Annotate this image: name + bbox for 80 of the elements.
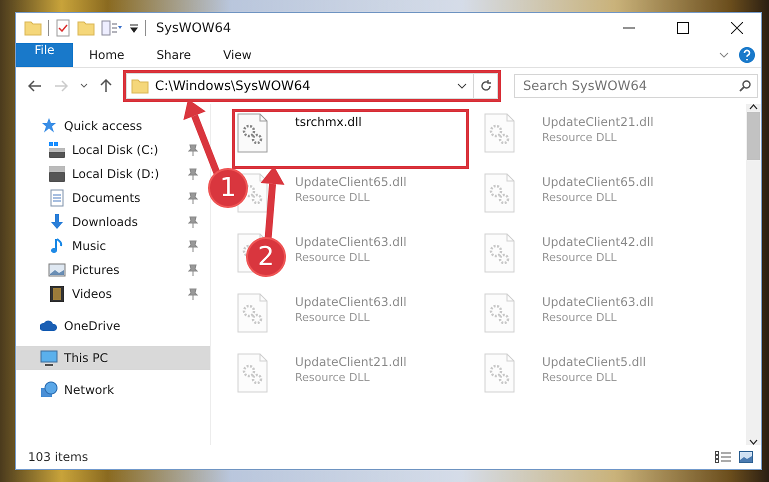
nav-item[interactable]: Local Disk (C:) bbox=[16, 138, 210, 162]
nav-item[interactable]: OneDrive bbox=[16, 314, 210, 338]
drive-icon bbox=[48, 165, 66, 183]
file-type: Resource DLL bbox=[542, 131, 618, 144]
dll-file-icon bbox=[237, 113, 269, 153]
file-type: Resource DLL bbox=[295, 191, 371, 204]
refresh-button[interactable] bbox=[474, 73, 498, 99]
dll-file-icon bbox=[484, 113, 516, 153]
file-name[interactable]: tsrchmx.dll bbox=[295, 115, 362, 129]
nav-item-label: Local Disk (C:) bbox=[72, 143, 160, 157]
dll-file-icon bbox=[484, 293, 516, 333]
nav-item-label: Local Disk (D:) bbox=[72, 167, 160, 181]
file-type: Resource DLL bbox=[542, 191, 618, 204]
scroll-down-icon[interactable] bbox=[749, 439, 758, 445]
nav-item-label: Downloads bbox=[72, 215, 139, 229]
ribbon-tab[interactable]: View bbox=[207, 43, 268, 67]
document-icon bbox=[48, 189, 66, 207]
large-icons-view-icon[interactable] bbox=[739, 451, 753, 463]
computer-icon bbox=[40, 349, 58, 367]
file-type: Resource DLL bbox=[542, 371, 618, 384]
nav-item[interactable]: Quick access bbox=[16, 114, 210, 138]
star-icon bbox=[40, 117, 58, 135]
nav-item-label: OneDrive bbox=[64, 319, 122, 333]
dll-file-icon bbox=[237, 353, 269, 393]
dll-file-icon bbox=[237, 293, 269, 333]
file-type: Resource DLL bbox=[542, 251, 618, 264]
nav-item-label: Pictures bbox=[72, 263, 121, 277]
file-type: Resource DLL bbox=[295, 311, 371, 324]
nav-item-label: This PC bbox=[64, 351, 109, 365]
nav-item-label: Network bbox=[64, 383, 116, 397]
expand-ribbon-icon[interactable] bbox=[719, 52, 729, 58]
nav-item[interactable]: This PC bbox=[16, 346, 210, 370]
nav-item-label: Videos bbox=[72, 287, 113, 301]
up-icon bbox=[100, 79, 112, 93]
back-icon bbox=[28, 80, 42, 92]
file-type: Resource DLL bbox=[295, 251, 371, 264]
nav-item[interactable]: Pictures bbox=[16, 258, 210, 282]
network-icon bbox=[40, 381, 58, 399]
picture-icon bbox=[48, 261, 66, 279]
details-view-icon[interactable] bbox=[715, 451, 731, 463]
properties-icon[interactable] bbox=[55, 19, 71, 37]
nav-item[interactable]: Videos bbox=[16, 282, 210, 306]
address-bar[interactable]: C:\Windows\SysWOW64 bbox=[126, 73, 474, 99]
file-menu-tab[interactable]: File bbox=[16, 43, 73, 67]
search-icon bbox=[739, 80, 751, 92]
dll-file-icon bbox=[484, 233, 516, 273]
customize-dropdown-icon[interactable] bbox=[129, 23, 139, 33]
close-icon bbox=[731, 22, 743, 34]
ribbon-tab[interactable]: Home bbox=[73, 43, 140, 67]
scroll-up-icon[interactable] bbox=[749, 104, 758, 110]
scrollbar-thumb[interactable] bbox=[747, 112, 760, 160]
nav-item-label: Quick access bbox=[64, 119, 144, 133]
view-options-icon[interactable] bbox=[101, 20, 123, 36]
recent-locations-icon bbox=[80, 83, 88, 89]
nav-item-label: Documents bbox=[72, 191, 142, 205]
address-path: C:\Windows\SysWOW64 bbox=[155, 78, 312, 94]
dll-file-icon bbox=[484, 353, 516, 393]
forward-icon bbox=[54, 80, 68, 92]
help-icon[interactable] bbox=[739, 47, 755, 63]
dropdown-icon[interactable] bbox=[457, 83, 467, 89]
nav-item[interactable]: Music bbox=[16, 234, 210, 258]
file-type: Resource DLL bbox=[295, 371, 371, 384]
refresh-icon bbox=[480, 80, 492, 92]
window-title: SysWOW64 bbox=[156, 20, 232, 36]
film-icon bbox=[48, 285, 66, 303]
item-count: 103 items bbox=[28, 450, 90, 464]
scrollbar[interactable] bbox=[746, 104, 761, 445]
search-field[interactable]: Search SysWOW64 bbox=[514, 74, 758, 98]
download-icon bbox=[48, 213, 66, 231]
nav-item-label: Music bbox=[72, 239, 108, 253]
nav-item[interactable]: Network bbox=[16, 378, 210, 402]
nav-item[interactable]: Local Disk (D:) bbox=[16, 162, 210, 186]
ribbon-tab[interactable]: Share bbox=[140, 43, 208, 67]
file-type: Resource DLL bbox=[542, 311, 618, 324]
drive-icon bbox=[48, 141, 66, 159]
nav-item[interactable]: Downloads bbox=[16, 210, 210, 234]
dll-file-icon bbox=[484, 173, 516, 213]
nav-item[interactable]: Documents bbox=[16, 186, 210, 210]
maximize-icon bbox=[677, 22, 689, 34]
folder-icon bbox=[131, 77, 149, 95]
